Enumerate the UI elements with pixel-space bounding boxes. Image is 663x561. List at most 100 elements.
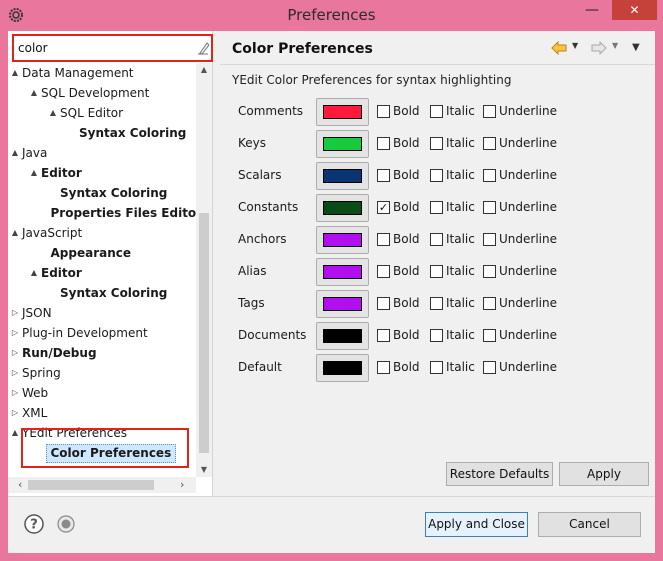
tree-horizontal-scrollbar[interactable]: ‹ › [8, 477, 196, 493]
checkbox-label: Underline [499, 360, 557, 374]
collapse-icon[interactable]: ▲ [10, 63, 20, 83]
scroll-up-icon[interactable]: ▲ [196, 63, 212, 77]
color-picker-button[interactable] [316, 322, 369, 350]
help-icon[interactable]: ? [24, 514, 44, 534]
collapse-icon[interactable]: ▲ [10, 143, 20, 163]
scroll-thumb[interactable] [199, 213, 209, 453]
collapse-icon[interactable]: ▲ [29, 83, 39, 103]
tree-item-label: JavaScript [22, 226, 83, 240]
scroll-down-icon[interactable]: ▼ [196, 463, 212, 477]
checkbox-label: Bold [393, 104, 420, 118]
collapse-icon[interactable]: ▲ [10, 223, 20, 243]
tree-item-label: Web [22, 386, 49, 400]
checkbox-box[interactable] [483, 361, 496, 374]
checkbox-box[interactable] [483, 233, 496, 246]
forward-arrow-icon[interactable] [591, 41, 607, 55]
filter-box [12, 34, 213, 62]
color-row-default: Default Bold Italic Underline [232, 354, 652, 382]
checkbox-box[interactable] [483, 201, 496, 214]
back-arrow-icon[interactable] [551, 41, 567, 55]
checkbox-label: Italic [446, 360, 475, 374]
tree-item-label: Java [22, 146, 48, 160]
tree-item-label: Properties Files Editor [50, 206, 197, 220]
close-button[interactable]: ✕ [612, 0, 657, 20]
collapse-icon[interactable]: ▲ [10, 423, 20, 443]
scroll-right-icon[interactable]: › [180, 477, 192, 493]
checkbox-box[interactable] [430, 329, 443, 342]
cancel-button[interactable]: Cancel [538, 512, 641, 537]
checkbox-box[interactable]: ✓ [377, 201, 390, 214]
filter-input[interactable] [18, 39, 188, 57]
tree-item-label: Data Management [22, 66, 134, 80]
eraser-icon[interactable] [197, 41, 209, 55]
checkbox-box[interactable] [377, 169, 390, 182]
checkbox-box[interactable] [430, 233, 443, 246]
expand-icon[interactable]: ▷ [10, 303, 20, 323]
apply-and-close-button[interactable]: Apply and Close [425, 512, 528, 537]
checkbox-box[interactable] [377, 265, 390, 278]
scroll-thumb-horizontal[interactable] [28, 480, 154, 490]
checkbox-box[interactable] [377, 233, 390, 246]
tree-item-label: Syntax Coloring [79, 126, 187, 140]
checkbox-box[interactable] [430, 265, 443, 278]
color-row-keys: Keys Bold Italic Underline [232, 130, 652, 158]
checkbox-box[interactable] [483, 105, 496, 118]
view-menu-icon[interactable]: ▼ [632, 42, 640, 53]
checkbox-box[interactable] [377, 361, 390, 374]
expand-icon[interactable]: ▷ [10, 323, 20, 343]
forward-history-dropdown-icon[interactable]: ▼ [612, 41, 618, 50]
checkbox-box[interactable] [483, 329, 496, 342]
color-picker-button[interactable] [316, 98, 369, 126]
apply-button[interactable]: Apply [559, 462, 649, 486]
color-row-anchors: Anchors Bold Italic Underline [232, 226, 652, 254]
tree-vertical-scrollbar[interactable]: ▲ ▼ [196, 63, 212, 477]
color-row-label: Scalars [238, 168, 282, 182]
color-picker-button[interactable] [316, 226, 369, 254]
checkbox-label: Bold [393, 296, 420, 310]
checkbox-label: Italic [446, 104, 475, 118]
restore-defaults-button[interactable]: Restore Defaults [446, 462, 553, 486]
checkbox-box[interactable] [430, 169, 443, 182]
tree-item-label: Editor [41, 266, 82, 280]
color-row-alias: Alias Bold Italic Underline [232, 258, 652, 286]
color-swatch [323, 297, 362, 311]
color-picker-button[interactable] [316, 194, 369, 222]
color-picker-button[interactable] [316, 258, 369, 286]
checkbox-box[interactable] [377, 329, 390, 342]
collapse-icon[interactable]: ▲ [29, 163, 39, 183]
checkbox-box[interactable] [483, 137, 496, 150]
expand-icon[interactable]: ▷ [10, 383, 20, 403]
checkbox-box[interactable] [430, 105, 443, 118]
color-picker-button[interactable] [316, 290, 369, 318]
checkbox-box[interactable] [377, 297, 390, 310]
checkbox-box[interactable] [377, 137, 390, 150]
checkbox-label: Italic [446, 136, 475, 150]
back-history-dropdown-icon[interactable]: ▼ [572, 41, 578, 50]
collapse-icon[interactable]: ▲ [29, 263, 39, 283]
expand-icon[interactable]: ▷ [10, 343, 20, 363]
checkbox-box[interactable] [430, 297, 443, 310]
preference-tree[interactable]: ▲ Data Management ▲ SQL Development ▲ SQL Edi… [8, 63, 196, 477]
tree-item-label: XML [22, 406, 48, 420]
tree-item-label: Spring [22, 366, 61, 380]
checkbox-label: Bold [393, 328, 420, 342]
checkbox-box[interactable] [483, 297, 496, 310]
checkbox-label: Underline [499, 104, 557, 118]
checkbox-box[interactable] [430, 137, 443, 150]
checkbox-label: Underline [499, 200, 557, 214]
checkbox-box[interactable] [377, 105, 390, 118]
color-picker-button[interactable] [316, 130, 369, 158]
checkbox-box[interactable] [483, 169, 496, 182]
checkbox-box[interactable] [483, 265, 496, 278]
title-bar[interactable]: Preferences — ✕ [0, 0, 663, 31]
checkbox-box[interactable] [430, 201, 443, 214]
collapse-icon[interactable]: ▲ [48, 103, 58, 123]
color-picker-button[interactable] [316, 162, 369, 190]
expand-icon[interactable]: ▷ [10, 363, 20, 383]
minimize-button[interactable]: — [577, 0, 607, 22]
checkbox-label: Underline [499, 328, 557, 342]
record-macro-icon[interactable] [56, 514, 76, 534]
expand-icon[interactable]: ▷ [10, 403, 20, 423]
color-picker-button[interactable] [316, 354, 369, 382]
checkbox-box[interactable] [430, 361, 443, 374]
